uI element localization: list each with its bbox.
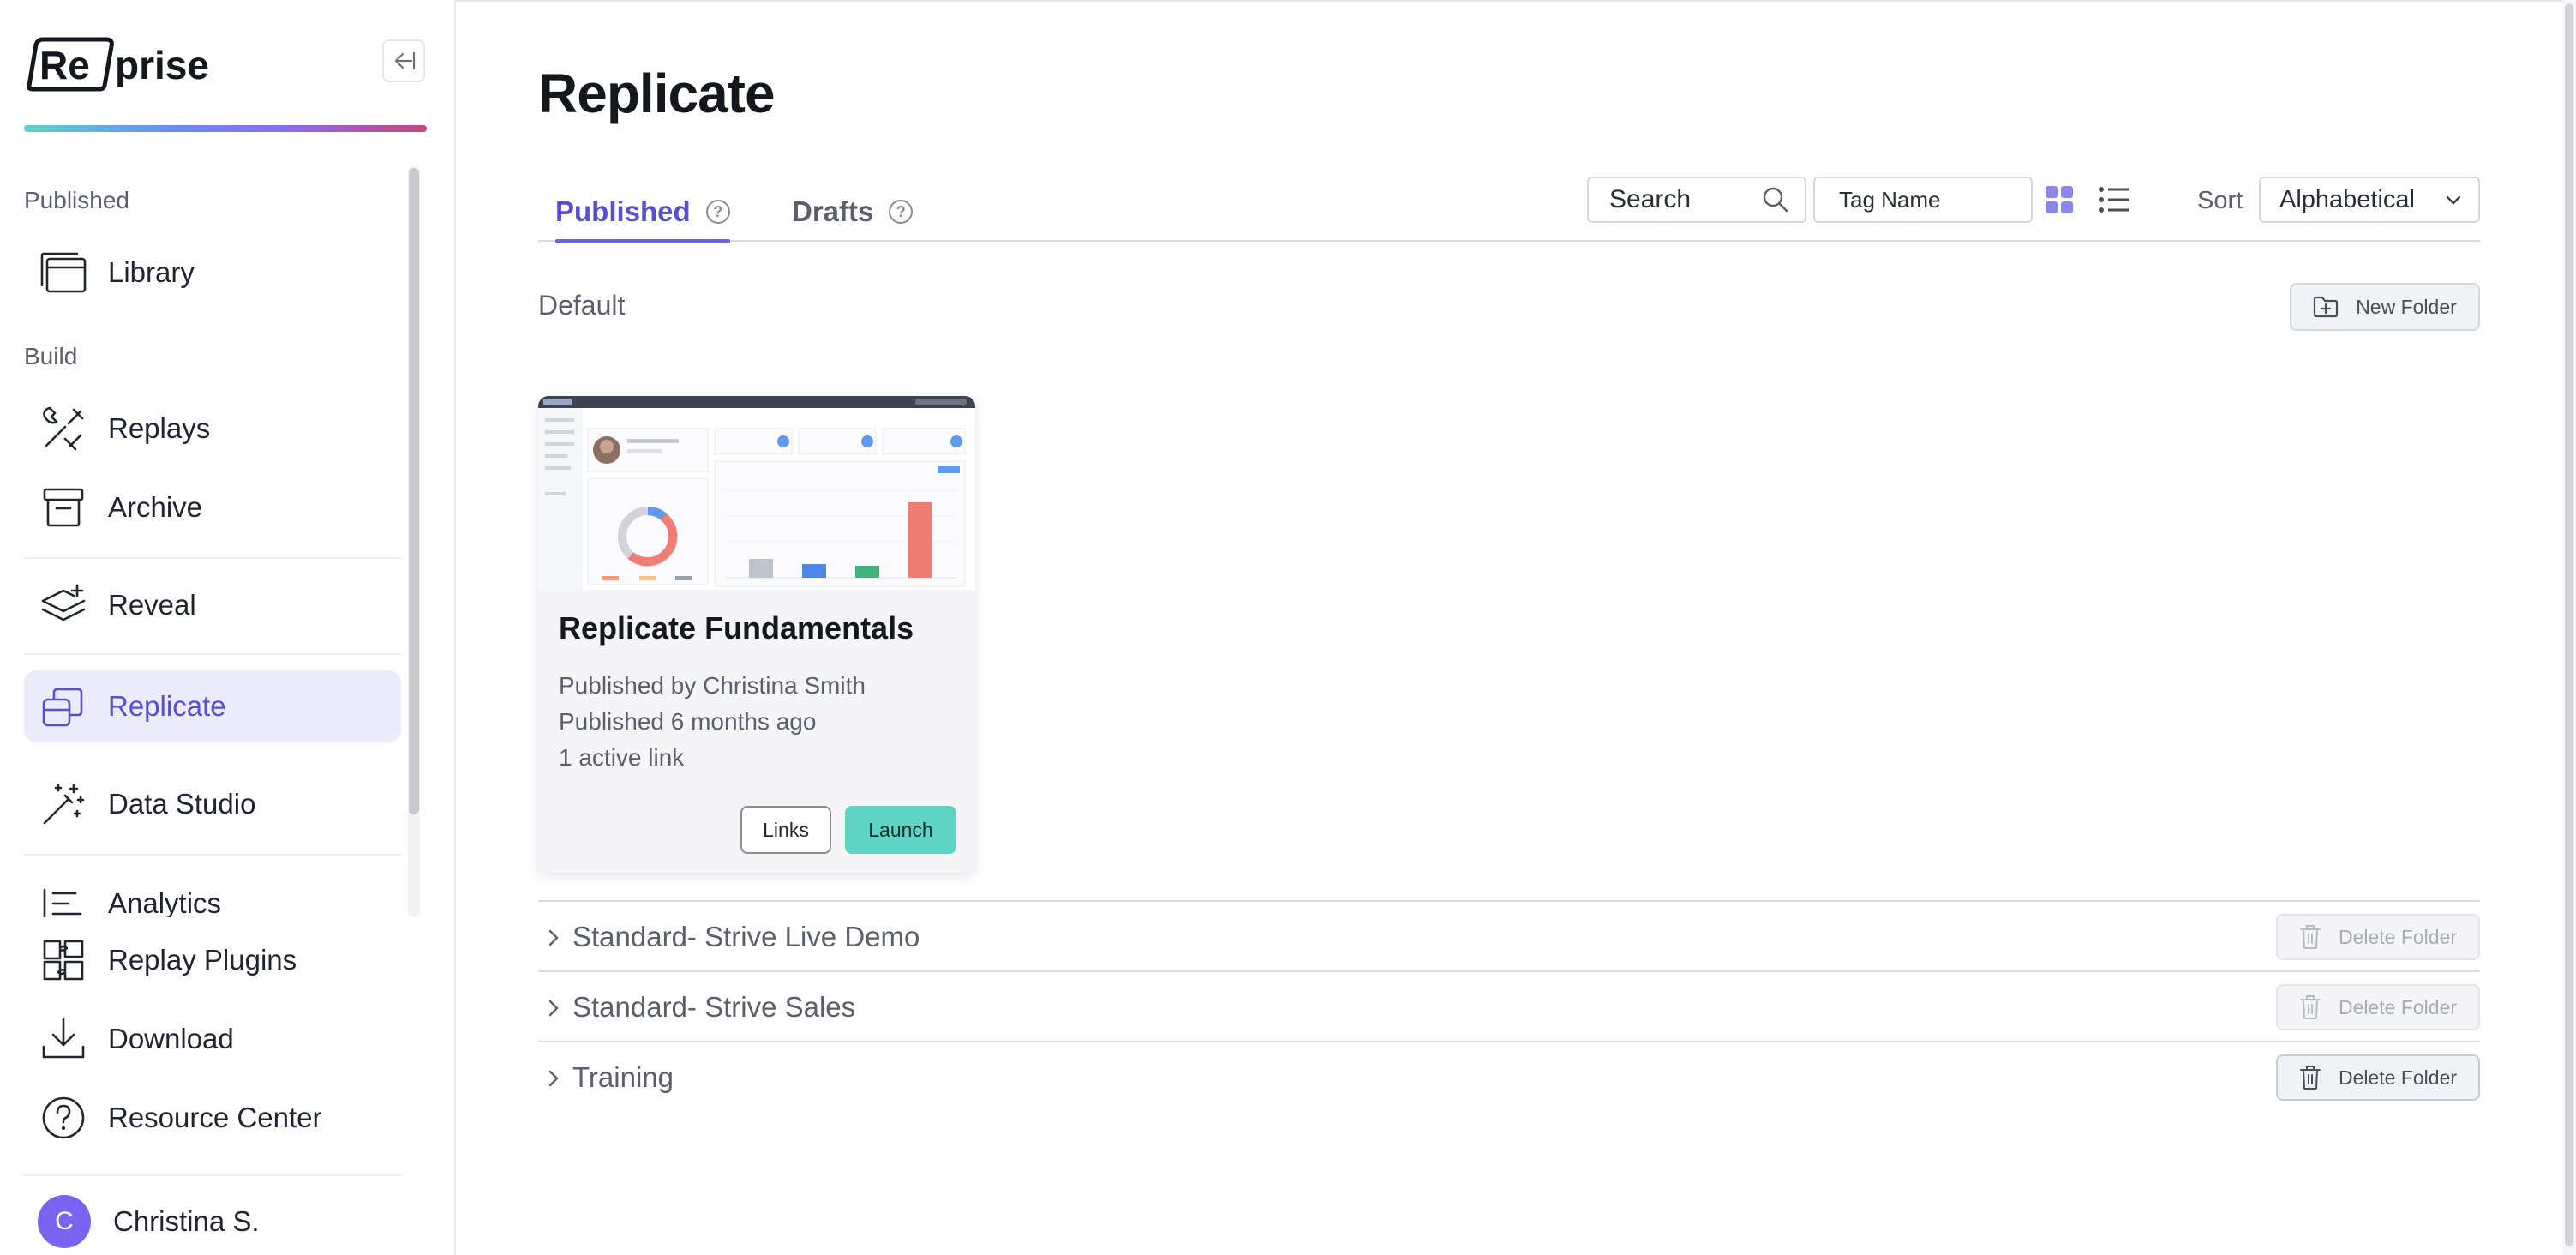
sidebar-item-label: Resource Center [108, 1102, 322, 1133]
page-scrollbar-thumb[interactable] [2565, 3, 2573, 1246]
sidebar-item-library[interactable]: Library [24, 237, 401, 309]
folder-name[interactable]: Standard- Strive Sales [572, 991, 855, 1024]
card-published-by: Published by Christina Smith [559, 672, 866, 699]
search-placeholder: Search [1609, 185, 1692, 213]
help-circle-icon [36, 1090, 91, 1145]
trash-icon [2299, 925, 2321, 949]
chevron-right-icon[interactable] [543, 926, 564, 950]
card-published-when: Published 6 months ago [559, 708, 817, 735]
sort-value: Alphabetical [2279, 185, 2415, 213]
folder-name[interactable]: Standard- Strive Live Demo [572, 921, 920, 953]
tag-name-input[interactable]: Tag Name [1813, 177, 2033, 223]
page-title: Replicate [538, 63, 776, 124]
grid-view-icon[interactable] [2045, 185, 2074, 214]
tools-icon [36, 401, 91, 456]
card-title[interactable]: Replicate Fundamentals [559, 610, 914, 646]
folder-name-default: Default [538, 290, 626, 321]
delete-folder-button[interactable]: Delete Folder [2276, 1054, 2480, 1101]
replicate-icon [36, 679, 91, 734]
trash-icon [2299, 995, 2321, 1019]
help-icon[interactable]: ? [705, 200, 730, 224]
search-input[interactable]: Search [1587, 177, 1806, 223]
sidebar-item-archive[interactable]: Archive [24, 471, 401, 543]
sidebar-item-replays[interactable]: Replays [24, 393, 401, 465]
replicate-card[interactable]: Replicate Fundamentals Published by Chri… [538, 396, 975, 873]
magic-wand-icon [36, 777, 91, 832]
sidebar-divider [24, 1174, 401, 1176]
sidebar-item-label: Replay Plugins [108, 944, 297, 976]
avatar[interactable]: C [38, 1195, 91, 1248]
reprise-logo[interactable]: Re prise [24, 33, 221, 93]
svg-text:Re: Re [39, 43, 90, 87]
folder-row[interactable]: Standard- Strive Sales Delete Folder [538, 970, 2480, 1041]
sidebar-divider [24, 653, 401, 655]
section-label-build: Build [24, 343, 78, 369]
tab-published[interactable]: Published ? [555, 182, 730, 243]
card-active-links: 1 active link [559, 744, 685, 771]
sidebar-divider [24, 557, 401, 559]
tab-label: Published [555, 195, 691, 227]
launch-button[interactable]: Launch [845, 806, 956, 854]
sidebar-item-label: Replicate [108, 690, 226, 722]
trash-icon [2299, 1066, 2321, 1090]
collapse-left-icon [394, 51, 416, 70]
sidebar-item-label: Archive [108, 491, 203, 523]
sort-label: Sort [2197, 187, 2244, 214]
download-icon [36, 1012, 91, 1066]
new-folder-label: New Folder [2356, 295, 2457, 318]
sidebar-divider [24, 854, 401, 856]
chevron-down-icon [2446, 195, 2461, 205]
new-folder-button[interactable]: New Folder [2290, 283, 2480, 331]
search-icon[interactable] [1758, 183, 1793, 217]
chevron-right-icon[interactable] [543, 1066, 564, 1090]
sidebar-item-replay-plugins[interactable]: Replay Plugins [24, 924, 401, 996]
tab-bar: Published ? Drafts ? [538, 171, 2480, 243]
delete-folder-button[interactable]: Delete Folder [2276, 914, 2480, 960]
links-button[interactable]: Links [740, 806, 831, 854]
delete-folder-label: Delete Folder [2338, 925, 2458, 948]
list-view-icon[interactable] [2098, 185, 2130, 214]
sidebar: Re prise Published Library Build Replays… [0, 0, 456, 1255]
sidebar-item-reveal[interactable]: Reveal [24, 569, 401, 641]
collapse-sidebar-button[interactable] [382, 39, 425, 82]
library-icon [36, 245, 91, 300]
tab-drafts[interactable]: Drafts ? [792, 182, 914, 242]
section-label-published: Published [24, 187, 129, 213]
help-icon[interactable]: ? [889, 200, 914, 224]
brand-gradient-bar [24, 125, 427, 132]
puzzle-icon [36, 933, 91, 988]
sidebar-item-data-studio[interactable]: Data Studio [24, 768, 401, 840]
sidebar-item-label: Data Studio [108, 788, 256, 820]
chevron-right-icon[interactable] [543, 996, 564, 1020]
sidebar-item-label: Download [108, 1023, 234, 1054]
svg-text:prise: prise [115, 43, 209, 87]
user-name[interactable]: Christina S. [113, 1205, 260, 1238]
delete-folder-label: Delete Folder [2338, 995, 2458, 1018]
folder-row[interactable]: Standard- Strive Live Demo Delete Folder [538, 900, 2480, 970]
tab-label: Drafts [792, 195, 874, 227]
folder-row[interactable]: Training Delete Folder [538, 1041, 2480, 1111]
sidebar-item-resource-center[interactable]: Resource Center [24, 1082, 401, 1154]
tag-placeholder: Tag Name [1839, 186, 1941, 213]
sidebar-item-label: Replays [108, 412, 211, 444]
sidebar-item-label: Reveal [108, 589, 196, 621]
card-thumbnail[interactable] [538, 396, 975, 590]
folder-plus-icon [2314, 296, 2339, 318]
sidebar-item-label: Analytics [108, 887, 222, 919]
layers-icon [36, 578, 91, 633]
archive-icon [36, 480, 91, 535]
sidebar-item-download[interactable]: Download [24, 1003, 401, 1075]
sidebar-item-replicate[interactable]: Replicate [24, 670, 401, 742]
sort-dropdown[interactable]: Alphabetical [2259, 177, 2480, 223]
sidebar-item-label: Library [108, 256, 195, 288]
folder-name[interactable]: Training [572, 1061, 674, 1094]
delete-folder-button[interactable]: Delete Folder [2276, 984, 2480, 1030]
delete-folder-label: Delete Folder [2338, 1066, 2458, 1089]
sidebar-scrollbar-thumb[interactable] [409, 168, 419, 814]
